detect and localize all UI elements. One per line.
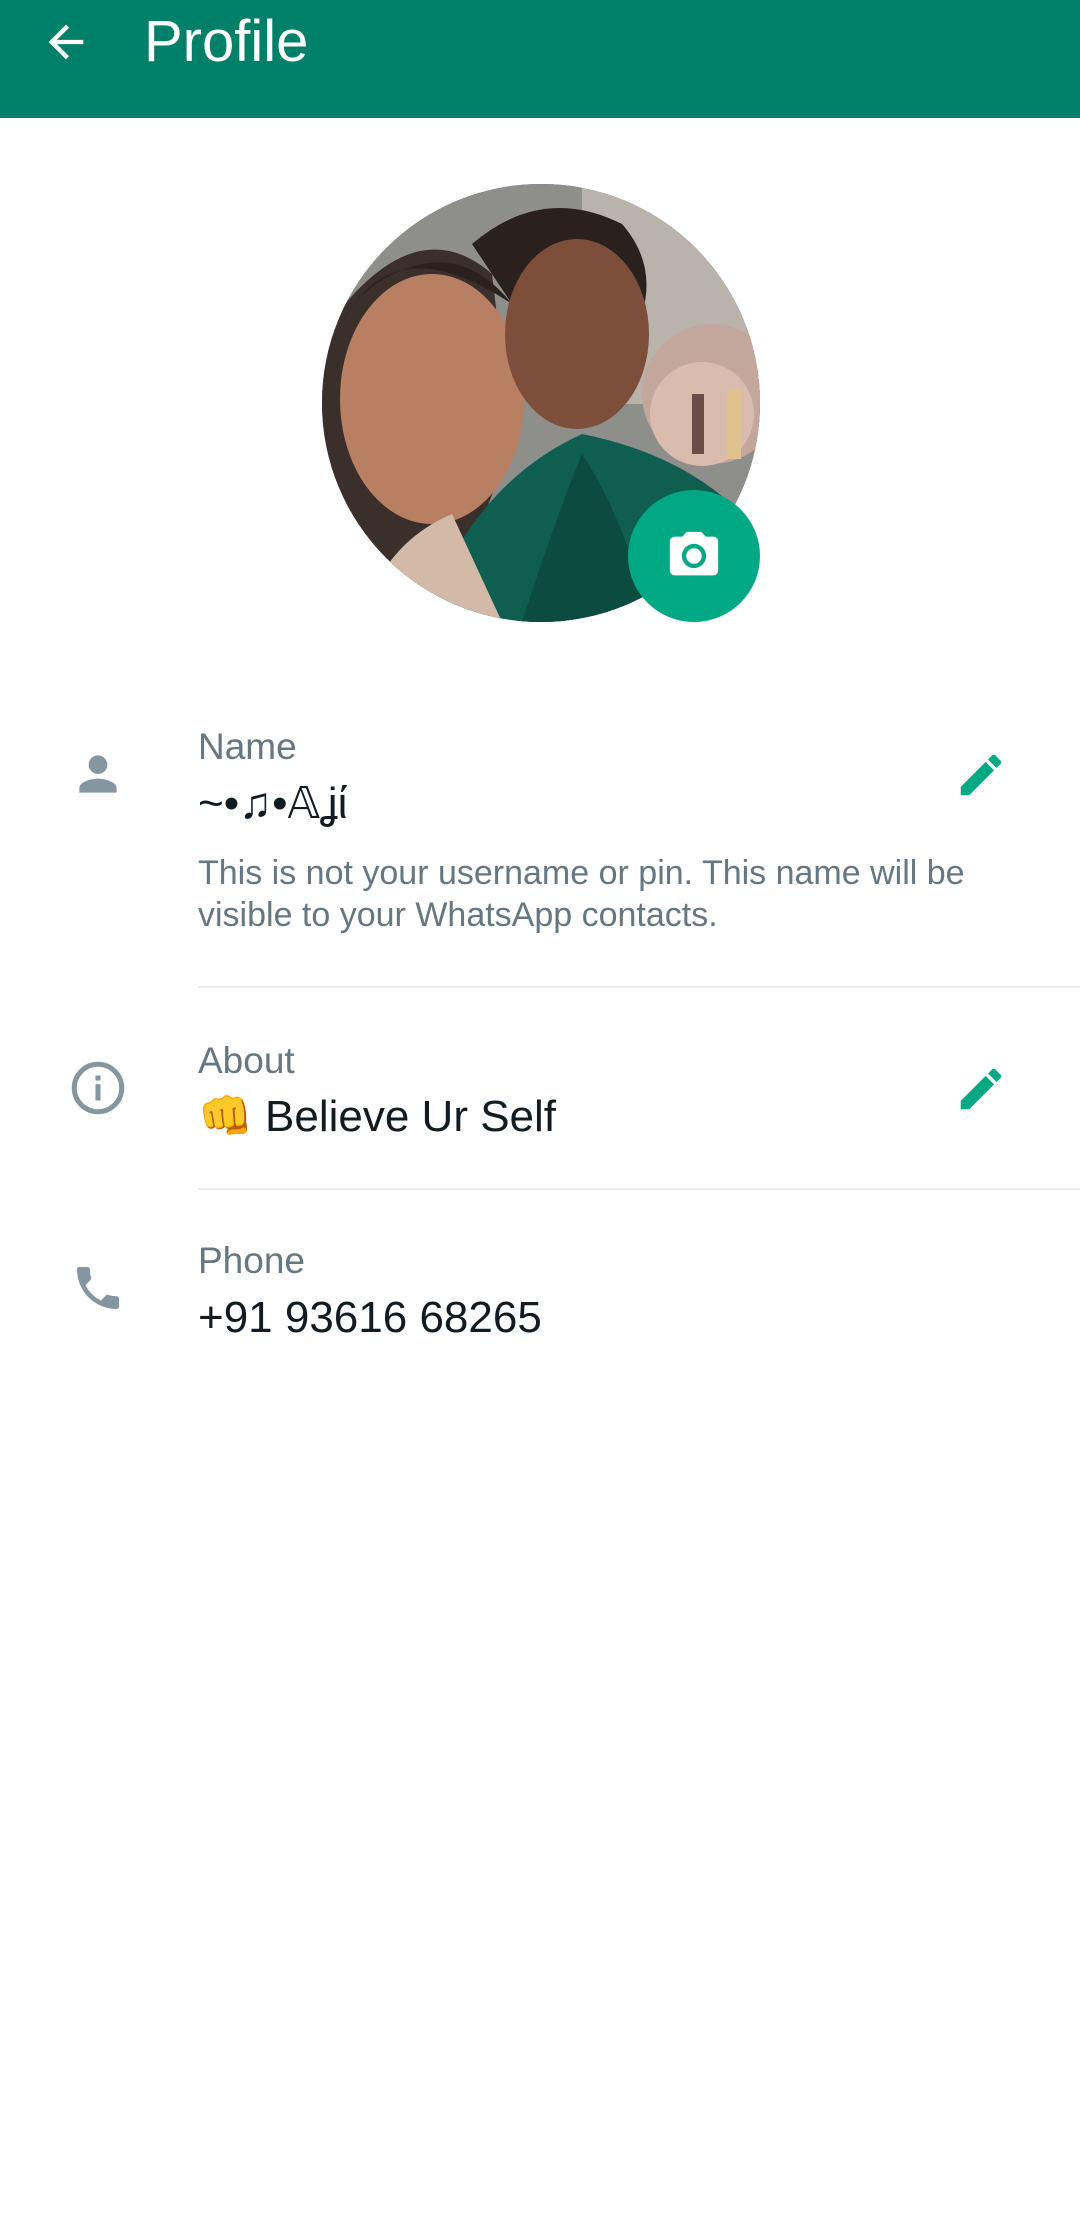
- about-value[interactable]: 👊 Believe Ur Self: [198, 1090, 556, 1144]
- back-button[interactable]: [30, 0, 102, 84]
- info-icon: [66, 1056, 130, 1120]
- edit-name-button[interactable]: [946, 740, 1016, 810]
- arrow-back-icon: [48, 24, 84, 60]
- phone-value[interactable]: +91 93616 68265: [198, 1291, 542, 1345]
- name-label: Name: [198, 726, 297, 767]
- person-icon: [66, 742, 130, 806]
- app-bar: Profile: [0, 0, 1080, 118]
- about-label: About: [198, 1040, 295, 1081]
- page-title: Profile: [144, 9, 309, 74]
- camera-icon: [669, 531, 719, 576]
- name-helper-text: This is not your username or pin. This n…: [198, 854, 965, 934]
- pencil-icon: [960, 754, 1002, 796]
- phone-label: Phone: [198, 1240, 305, 1281]
- phone-icon: [66, 1256, 130, 1320]
- edit-about-button[interactable]: [946, 1054, 1016, 1124]
- profile-photo-container: [322, 184, 760, 622]
- name-value[interactable]: ~•♫•𝔸ʝί: [198, 777, 347, 831]
- pencil-icon: [960, 1068, 1002, 1110]
- divider: [198, 1188, 1080, 1190]
- change-photo-button[interactable]: [628, 490, 760, 622]
- divider: [198, 986, 1080, 988]
